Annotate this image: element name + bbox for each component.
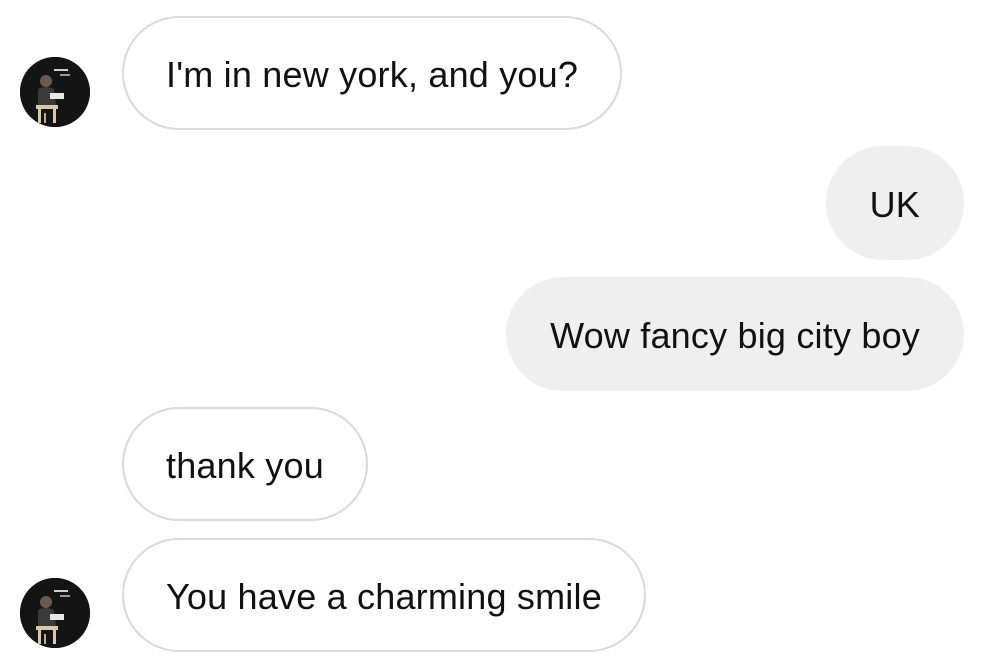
message-text: UK	[869, 184, 920, 225]
chat-conversation: { "messages": [ {"direction": "incoming"…	[0, 0, 984, 654]
sender-avatar-icon[interactable]	[20, 578, 90, 648]
message-text: thank you	[166, 445, 324, 486]
message-text: I'm in new york, and you?	[166, 54, 579, 95]
message-incoming[interactable]: thank you	[122, 407, 368, 521]
message-text: You have a charming smile	[166, 576, 602, 617]
message-incoming[interactable]: I'm in new york, and you?	[122, 16, 623, 130]
message-outgoing[interactable]: Wow fancy big city boy	[506, 277, 964, 391]
message-outgoing[interactable]: UK	[825, 146, 964, 260]
sender-avatar-icon[interactable]	[20, 57, 90, 127]
message-incoming[interactable]: You have a charming smile	[122, 538, 646, 652]
profile-photo-icon	[20, 578, 90, 648]
message-text: Wow fancy big city boy	[550, 315, 920, 356]
profile-photo-icon	[20, 57, 90, 127]
